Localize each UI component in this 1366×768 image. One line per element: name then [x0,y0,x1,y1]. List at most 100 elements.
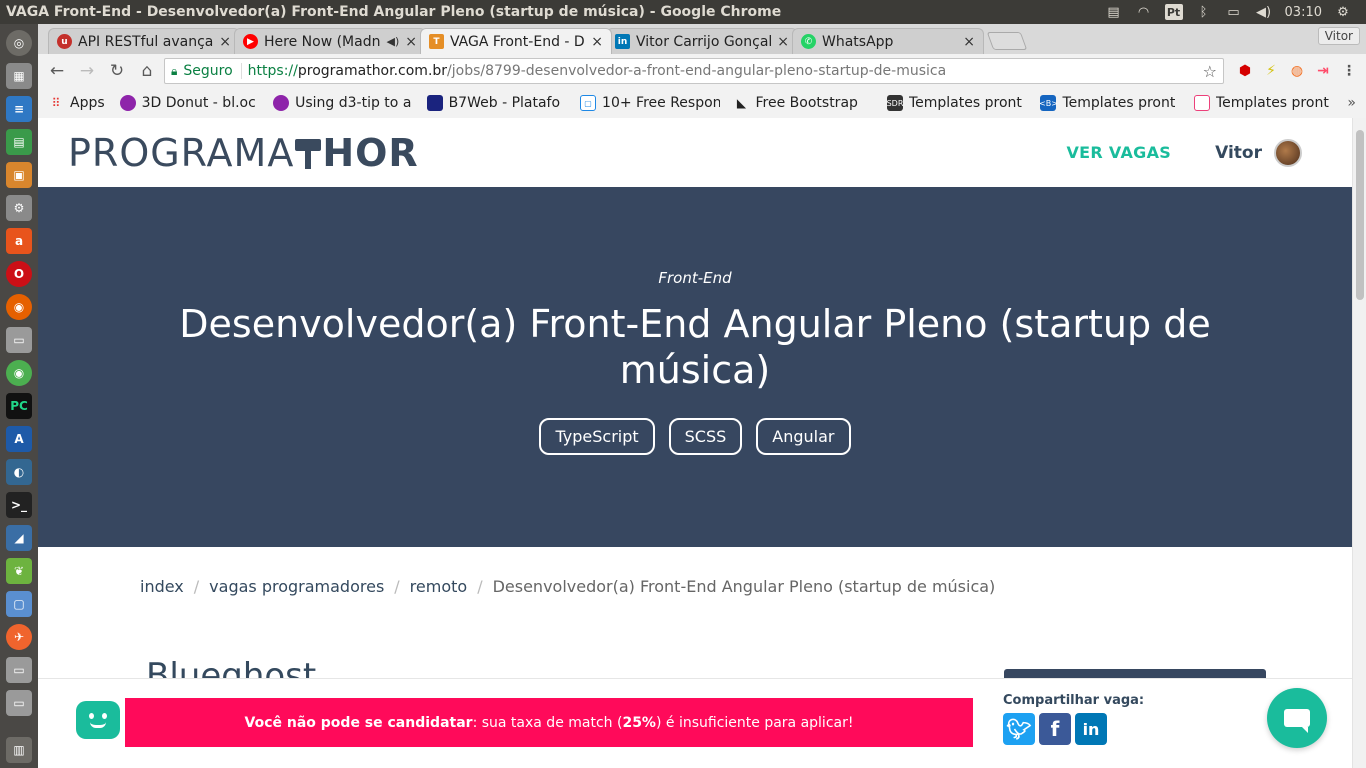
close-icon[interactable]: × [219,34,231,50]
ver-vagas-link[interactable]: VER VAGAS [1067,143,1172,162]
user-menu[interactable]: Vitor [1215,138,1302,167]
battery-icon[interactable]: ▭ [1225,4,1243,20]
templates-b-favicon-icon: <B> [1040,95,1058,111]
twitter-icon[interactable]: 🐦︎ [1003,713,1035,745]
url-path: /jobs/8799-desenvolvedor-a-front-end-ang… [447,63,947,79]
disk-icon[interactable]: ▭ [6,657,32,683]
bookmark-item[interactable]: 3D Donut - bl.oc [119,95,259,111]
bottom-apply-bar: Você não pode se candidatar: sua taxa de… [38,678,1352,768]
forward-arrow-icon[interactable]: → [74,58,100,84]
bookmark-item[interactable]: B7Web - Platafo [426,95,566,111]
bookmark-item[interactable]: Templates pront [1193,95,1333,111]
tab-api-restful[interactable]: u API RESTful avançada × [48,28,240,54]
pycharm-icon[interactable]: PC [6,393,32,419]
keyboard-language[interactable]: Pt [1164,4,1183,20]
software-center-icon[interactable]: a [6,228,32,254]
disk-2-icon[interactable]: ▭ [6,690,32,716]
breadcrumb-remoto[interactable]: remoto [410,577,468,596]
bootstrap-favicon-icon: ◣ [736,96,747,110]
home-icon[interactable]: ⌂ [134,58,160,84]
opera-icon[interactable]: O [6,261,32,287]
new-tab-button[interactable] [986,32,1028,50]
bookmarks-overflow-icon[interactable]: » [1347,95,1356,111]
url-text[interactable]: https://programathor.com.br/jobs/8799-de… [248,63,1197,79]
close-icon[interactable]: × [777,34,789,50]
chrome-icon[interactable]: ◉ [6,360,32,386]
tab-vaga-front-end[interactable]: T VAGA Front-End - D × [420,28,612,54]
writer-icon[interactable]: ≡ [6,96,32,122]
postgres-icon[interactable]: ◐ [6,459,32,485]
clipboard-icon[interactable]: ▤ [1105,4,1123,20]
bookmark-apps[interactable]: ⠿ Apps [48,95,106,111]
android-studio-icon[interactable]: A [6,426,32,452]
bookmark-item[interactable]: ◣ Free Bootstrap [734,95,873,111]
terminal-icon[interactable]: >_ [6,492,32,518]
close-icon[interactable]: × [405,34,417,50]
firefox-icon[interactable]: ◉ [6,294,32,320]
scrollbar-thumb[interactable] [1356,130,1364,300]
secure-label[interactable]: Seguro [183,63,242,79]
settings-icon[interactable]: ⚙ [6,195,32,221]
tag-angular[interactable]: Angular [756,418,851,455]
drive-icon[interactable]: ▭ [6,327,32,353]
files-icon[interactable]: ▦ [6,63,32,89]
breadcrumb-index[interactable]: index [140,577,184,596]
spring-icon[interactable]: ❦ [6,558,32,584]
share-label: Compartilhar vaga: [1003,693,1145,708]
volume-icon[interactable]: ◀) [1255,4,1273,20]
chat-button[interactable] [1267,688,1327,748]
close-icon[interactable]: × [591,34,603,50]
wifi-icon[interactable]: ◠ [1135,4,1153,20]
alert-text-before: : sua taxa de match ( [472,714,623,731]
tag-scss[interactable]: SCSS [668,418,743,455]
close-icon[interactable]: × [963,34,975,50]
cast-extension-icon[interactable]: ⇥ [1312,60,1334,82]
match-percentage: 25% [622,714,656,731]
audio-playing-icon[interactable]: ◀) [387,35,400,48]
menu-kebab-icon[interactable]: ⋮ [1338,60,1360,82]
bookmark-item[interactable]: <B> Templates pront [1040,95,1179,111]
trash-icon[interactable]: ▥ [6,737,32,763]
bolt-extension-icon[interactable]: ⚡ [1260,60,1282,82]
postman-icon[interactable]: ✈ [6,624,32,650]
tab-strip: u API RESTful avançada × ▶ Here Now (Mad… [38,24,1366,54]
breadcrumb-current: Desenvolvedor(a) Front-End Angular Pleno… [492,577,996,596]
tab-whatsapp[interactable]: ✆ WhatsApp × [792,28,984,54]
breadcrumb-vagas[interactable]: vagas programadores [209,577,384,596]
mysql-workbench-icon[interactable]: ◢ [6,525,32,551]
browser-chrome: u API RESTful avançada × ▶ Here Now (Mad… [38,24,1366,118]
tab-linkedin[interactable]: in Vitor Carrijo Gonçal × [606,28,798,54]
impress-icon[interactable]: ▣ [6,162,32,188]
logo-text-left: PROGRAMA [68,130,295,175]
reload-icon[interactable]: ↻ [104,58,130,84]
dash-icon[interactable]: ◎ [6,30,32,56]
job-title: Desenvolvedor(a) Front-End Angular Pleno… [179,302,1211,392]
b7web-favicon-icon [426,95,443,111]
chatbot-icon[interactable] [76,701,120,739]
programathor-logo[interactable]: PROGRAMA HOR [68,131,419,175]
linkedin-icon[interactable]: in [1075,713,1107,745]
bookmark-item[interactable]: SDR Templates pront [886,95,1026,111]
bookmark-label: Templates pront [1062,95,1176,111]
bluetooth-icon[interactable]: ᛒ [1195,4,1213,20]
tab-here-now[interactable]: ▶ Here Now (Madnes ◀) × [234,28,426,54]
ubuntu-extension-icon[interactable]: ◍ [1286,60,1308,82]
calc-icon[interactable]: ▤ [6,129,32,155]
facebook-icon[interactable]: f [1039,713,1071,745]
bookmark-item[interactable]: Using d3-tip to a [273,95,412,111]
address-bar[interactable]: 🔒︎ Seguro https://programathor.com.br/jo… [164,58,1224,84]
virtualbox-icon[interactable]: ▢ [6,591,32,617]
bookmark-item[interactable]: ▢ 10+ Free Respon [580,95,720,111]
templates-favicon-icon: SDR [886,95,903,111]
page-scrollbar[interactable] [1352,118,1366,768]
profile-button[interactable]: Vitor [1317,27,1360,45]
launcher: ◎ ▦ ≡ ▤ ▣ ⚙ a O ◉ ▭ ◉ PC A ◐ >_ ◢ ❦ ▢ ✈ … [0,24,38,768]
system-tray: ▤ ◠ Pt ᛒ ▭ ◀) 03:10 ⚙ [1105,4,1366,20]
clock[interactable]: 03:10 [1285,5,1322,20]
adblock-extension-icon[interactable]: ⬢ [1234,60,1256,82]
alert-bold: Você não pode se candidatar [244,714,473,731]
bookmark-star-icon[interactable]: ☆ [1203,62,1217,81]
back-arrow-icon[interactable]: ← [44,58,70,84]
tag-typescript[interactable]: TypeScript [539,418,655,455]
power-gear-icon[interactable]: ⚙ [1334,4,1352,20]
